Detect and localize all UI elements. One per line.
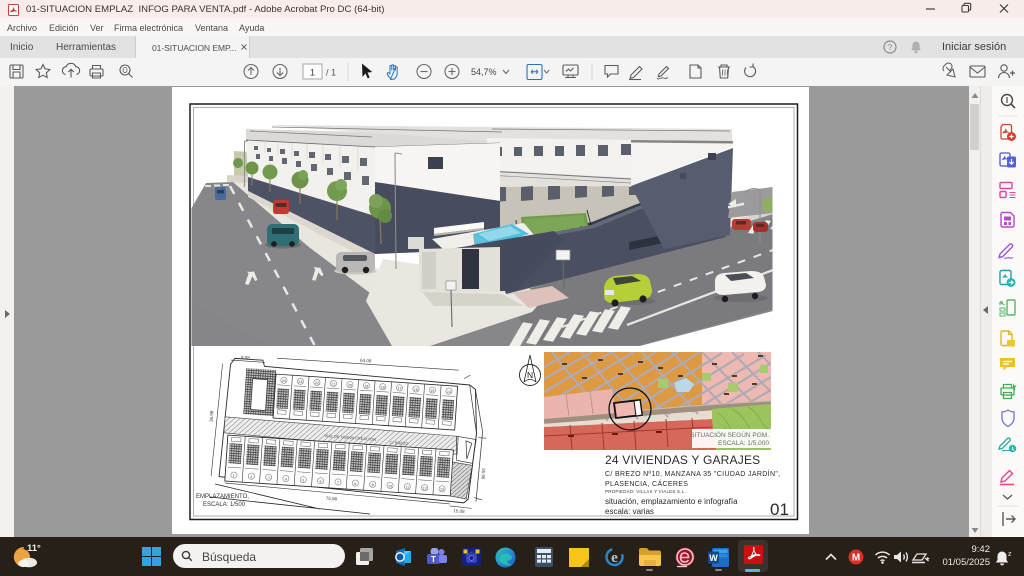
svg-text:64.08: 64.08	[360, 358, 372, 364]
svg-text:12: 12	[423, 486, 427, 490]
svg-text:T: T	[431, 555, 436, 564]
svg-text:C/ BREZO Nº10, MANZANA 35 "CIU: C/ BREZO Nº10, MANZANA 35 "CIUDAD JARDÍN…	[605, 469, 780, 478]
svg-text:20: 20	[348, 383, 352, 387]
svg-text:11°: 11°	[27, 543, 41, 554]
svg-text:24: 24	[282, 379, 286, 383]
svg-text:7: 7	[337, 481, 339, 485]
svg-text:e: e	[611, 550, 618, 566]
svg-text:/ 1: / 1	[326, 68, 336, 78]
svg-text:M: M	[852, 553, 860, 564]
svg-text:1: 1	[233, 474, 235, 478]
svg-text:z: z	[1008, 551, 1012, 558]
svg-text:36.98: 36.98	[209, 410, 215, 422]
svg-text:19: 19	[364, 384, 368, 388]
svg-text:PLASENCIA, CÁCERES: PLASENCIA, CÁCERES	[605, 479, 688, 488]
svg-text:22: 22	[315, 381, 319, 385]
svg-text:15.08: 15.08	[453, 508, 465, 514]
svg-text:W: W	[709, 553, 718, 563]
svg-text:35.96: 35.96	[480, 468, 486, 480]
svg-text:18: 18	[381, 385, 385, 389]
svg-text:24 VIVIENDAS Y GARAJES: 24 VIVIENDAS Y GARAJES	[605, 453, 760, 467]
svg-text:16: 16	[414, 388, 418, 392]
svg-text:13: 13	[440, 488, 444, 492]
svg-text:PROPIEDAD: VILLAS Y VIALES S.L: PROPIEDAD: VILLAS Y VIALES S.L.	[605, 489, 686, 494]
svg-text:9.08: 9.08	[241, 355, 251, 361]
svg-text:ESCALA: 1/500: ESCALA: 1/500	[203, 502, 246, 508]
svg-text:EMPLAZAMIENTO,: EMPLAZAMIENTO,	[196, 494, 249, 500]
svg-text:4: 4	[285, 477, 287, 481]
svg-text:21: 21	[331, 382, 335, 386]
svg-text:15: 15	[430, 389, 434, 393]
svg-text:?: ?	[888, 43, 893, 52]
svg-text:3: 3	[267, 476, 269, 480]
svg-text:17: 17	[397, 387, 401, 391]
svg-text:ESCALA: 1/5.000: ESCALA: 1/5.000	[718, 440, 769, 447]
svg-text:5: 5	[302, 478, 304, 482]
svg-text:SITUACIÓN SEGÚN PGM.: SITUACIÓN SEGÚN PGM.	[690, 430, 769, 439]
svg-text:8: 8	[354, 482, 356, 486]
svg-text:01: 01	[770, 500, 789, 519]
svg-text:escala: varias: escala: varias	[605, 507, 654, 516]
svg-text:N: N	[527, 370, 533, 380]
svg-text:54,7%: 54,7%	[471, 67, 497, 77]
svg-text:6: 6	[319, 480, 321, 484]
svg-text:situación, emplazamiento e inf: situación, emplazamiento e infografía	[605, 497, 738, 506]
svg-text:2: 2	[250, 475, 252, 479]
svg-text:23: 23	[298, 380, 302, 384]
svg-text:1: 1	[310, 68, 315, 78]
svg-text:11: 11	[405, 485, 409, 489]
svg-text:9: 9	[372, 483, 374, 487]
svg-text:75.98: 75.98	[326, 496, 338, 502]
svg-text:10: 10	[388, 484, 392, 488]
svg-text:14: 14	[447, 390, 451, 394]
